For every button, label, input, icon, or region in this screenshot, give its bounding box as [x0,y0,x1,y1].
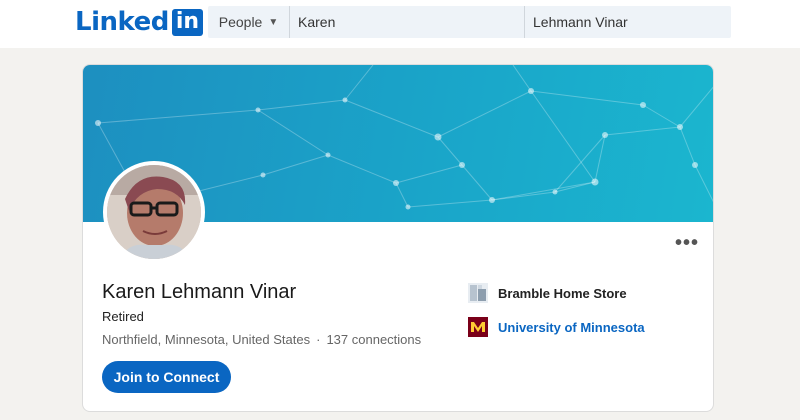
first-name-input[interactable] [290,6,525,38]
profile-card: ••• Karen Lehmann Vinar Retired Northfie… [82,64,714,412]
logo-badge: in [171,8,204,36]
people-search-bar: People ▼ [208,6,731,38]
profile-headline: Retired [102,309,144,324]
top-navigation-bar: Linked in People ▼ [0,0,800,48]
profile-avatar[interactable] [103,161,205,263]
people-filter-dropdown[interactable]: People ▼ [208,6,290,38]
more-horizontal-icon: ••• [674,232,699,254]
experience-item-umn[interactable]: University of Minnesota [468,315,645,339]
meta-separator: · [316,332,321,347]
more-options-button[interactable]: ••• [673,231,701,255]
company-logo-icon [468,283,488,303]
experience-label: University of Minnesota [498,319,645,335]
university-logo-icon [468,317,488,337]
profile-name: Karen Lehmann Vinar [102,281,297,303]
experience-item-bramble[interactable]: Bramble Home Store [468,281,627,305]
profile-photo [107,165,201,259]
experience-label: Bramble Home Store [498,285,627,301]
logo-text: Linked [75,7,169,37]
linkedin-logo[interactable]: Linked in [75,6,204,38]
caret-down-icon: ▼ [268,16,279,28]
people-filter-label: People [218,14,263,30]
last-name-input[interactable] [525,6,730,38]
join-to-connect-button[interactable]: Join to Connect [102,361,231,393]
profile-meta: Northfield, Minnesota, United States · 137… [102,332,421,347]
profile-connections: 137 connections [326,332,422,347]
profile-location: Northfield, Minnesota, United States [102,332,311,347]
